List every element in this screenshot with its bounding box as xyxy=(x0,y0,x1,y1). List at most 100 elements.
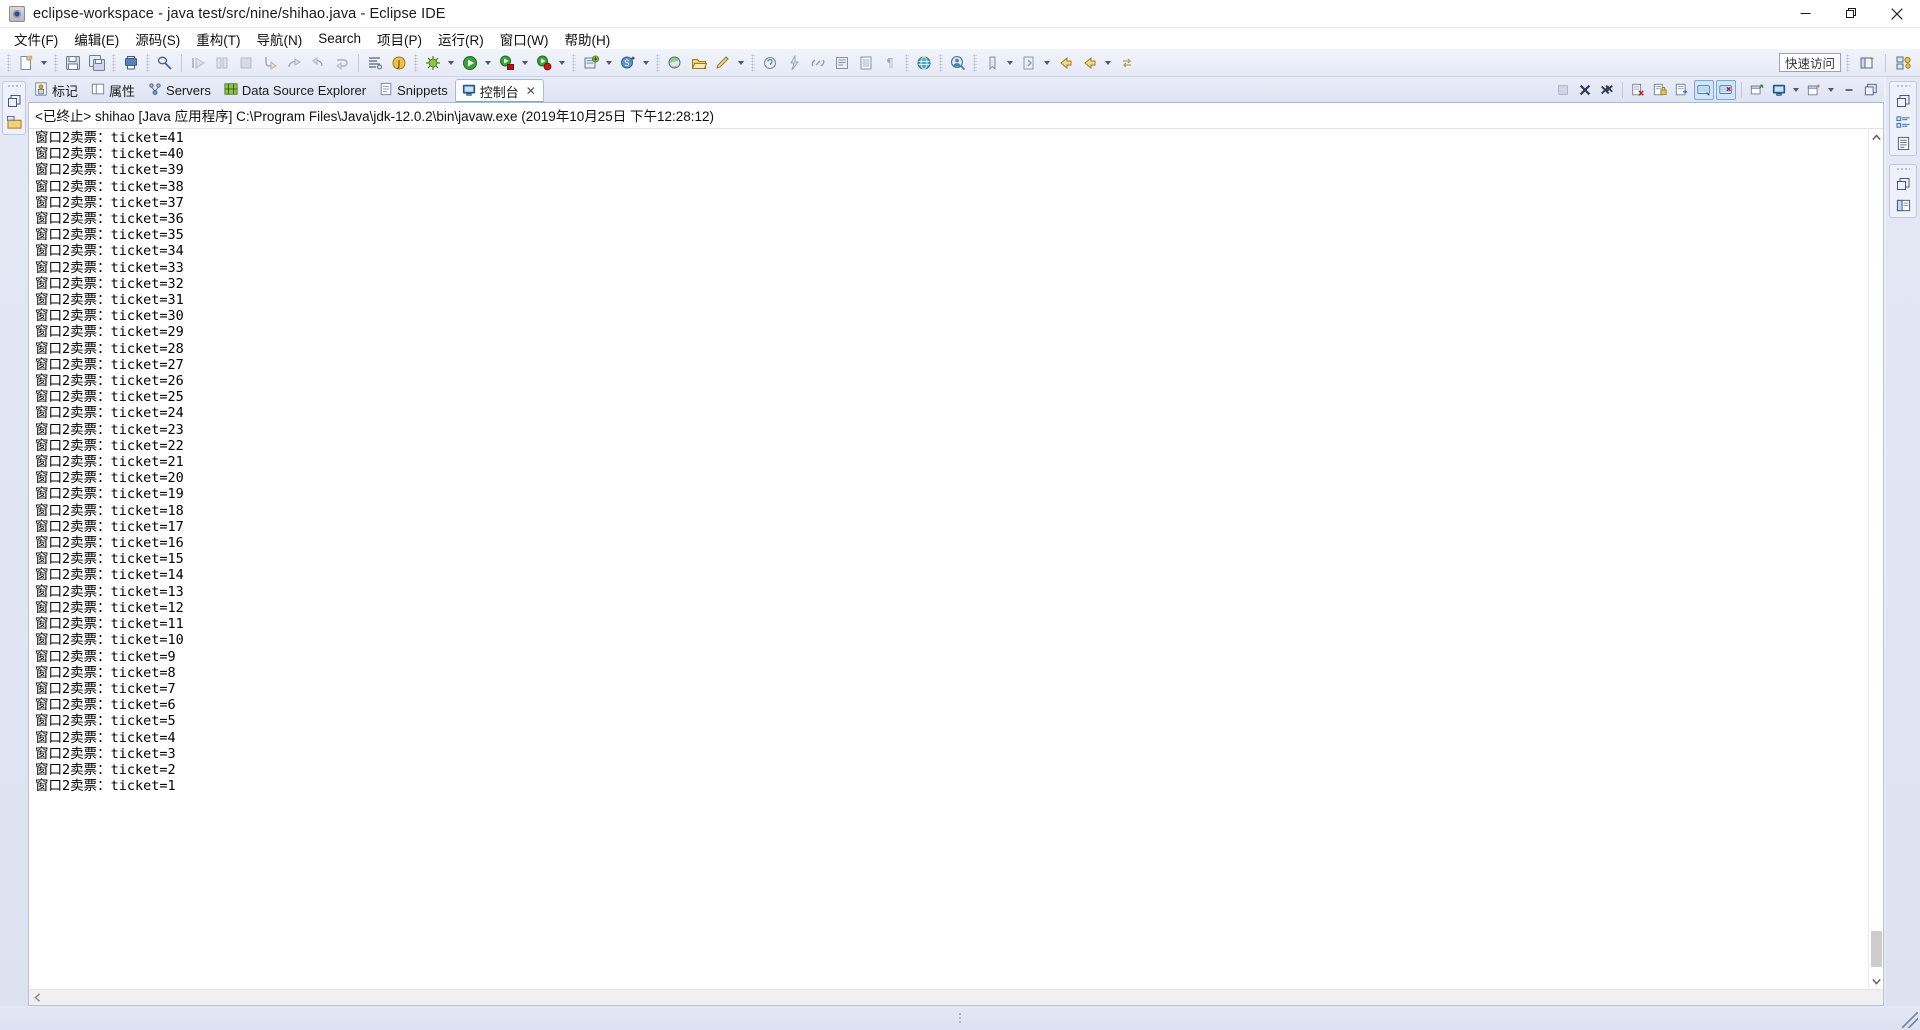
toggle-markocc-button[interactable] xyxy=(154,52,176,74)
forward-dropdown[interactable] xyxy=(1102,52,1113,74)
open-type-button[interactable]: J xyxy=(388,52,410,74)
link-button[interactable] xyxy=(807,52,829,74)
run-button[interactable] xyxy=(459,52,481,74)
toolbar-grip-6[interactable] xyxy=(572,53,576,72)
show-console-on-error-icon[interactable] xyxy=(1716,79,1736,100)
toolbar-grip-7[interactable] xyxy=(656,53,660,72)
maximize-button[interactable] xyxy=(1828,0,1874,28)
toolbar-grip-3[interactable] xyxy=(112,53,116,72)
bookmark-dropdown[interactable] xyxy=(1004,52,1015,74)
close-button[interactable] xyxy=(1874,0,1920,28)
save-all-button[interactable] xyxy=(86,52,108,74)
menu-window[interactable]: 窗口(W) xyxy=(492,28,557,50)
terminate-all-icon[interactable] xyxy=(1553,80,1573,100)
new-java-project-dropdown[interactable] xyxy=(603,52,614,74)
external-tools-button[interactable] xyxy=(831,52,853,74)
scroll-thumb[interactable] xyxy=(1870,931,1882,967)
console-horizontal-scrollbar[interactable] xyxy=(29,989,1883,1005)
step-return-button[interactable] xyxy=(307,52,329,74)
fast-view-handle-right-1[interactable] xyxy=(1896,84,1910,89)
tab-data-source-explorer[interactable]: Data Source Explorer xyxy=(218,79,373,102)
package-explorer-icon[interactable] xyxy=(5,113,23,131)
fast-view-handle[interactable] xyxy=(7,84,21,89)
scroll-track[interactable] xyxy=(1869,145,1884,973)
window-resize-grip[interactable] xyxy=(1902,1012,1918,1028)
step-into-button[interactable] xyxy=(259,52,281,74)
toolbar-grip-8[interactable] xyxy=(751,53,755,72)
console-output[interactable]: 窗口2卖票：ticket=41 窗口2卖票：ticket=40 窗口2卖票：tick… xyxy=(29,129,1868,989)
web-browser-button[interactable] xyxy=(913,52,935,74)
h-scroll-track[interactable] xyxy=(45,990,1883,1006)
forward-button[interactable] xyxy=(1079,52,1101,74)
menu-navigate[interactable]: 导航(N) xyxy=(249,28,311,50)
palette-icon[interactable] xyxy=(1894,196,1912,214)
profile-button[interactable] xyxy=(947,52,969,74)
save-button[interactable] xyxy=(62,52,84,74)
table-button[interactable] xyxy=(855,52,877,74)
tab-servers[interactable]: Servers xyxy=(142,79,218,102)
run-as-dropdown[interactable] xyxy=(556,52,567,74)
search-button[interactable] xyxy=(664,52,686,74)
menu-refactor[interactable]: 重构(T) xyxy=(188,28,248,50)
coverage-button[interactable] xyxy=(496,52,518,74)
console-vertical-scrollbar[interactable] xyxy=(1868,129,1883,989)
coverage-dropdown[interactable] xyxy=(519,52,530,74)
tab-properties[interactable]: 属性 xyxy=(85,79,142,102)
format-button[interactable] xyxy=(364,52,386,74)
status-bar-grip[interactable] xyxy=(957,1012,963,1024)
menu-help[interactable]: 帮助(H) xyxy=(557,28,619,50)
open-resource-button[interactable] xyxy=(688,52,710,74)
show-console-on-output-icon[interactable] xyxy=(1694,79,1714,100)
print-button[interactable] xyxy=(120,52,142,74)
restore-icon[interactable] xyxy=(5,92,23,110)
next-annotation-dropdown[interactable] xyxy=(1041,52,1052,74)
scroll-left-arrow[interactable] xyxy=(29,990,45,1006)
drop-to-frame-button[interactable] xyxy=(331,52,353,74)
restore-icon[interactable] xyxy=(1894,175,1912,193)
new-java-project-button[interactable] xyxy=(580,52,602,74)
restore-icon[interactable] xyxy=(1894,92,1912,110)
task-list-icon[interactable] xyxy=(1894,134,1912,152)
terminate-button[interactable] xyxy=(235,52,257,74)
next-edit-button[interactable] xyxy=(1116,52,1138,74)
perspective-open-button[interactable] xyxy=(1856,52,1878,74)
clear-console-icon[interactable] xyxy=(1628,80,1648,100)
resume-button[interactable] xyxy=(187,52,209,74)
suspend-button[interactable] xyxy=(211,52,233,74)
new-wizard-dropdown[interactable] xyxy=(38,52,49,74)
menu-file[interactable]: 文件(F) xyxy=(6,28,66,50)
bookmark-button[interactable] xyxy=(981,52,1003,74)
annotation-button[interactable] xyxy=(759,52,781,74)
pencil-dropdown[interactable] xyxy=(735,52,746,74)
run-dropdown[interactable] xyxy=(482,52,493,74)
toolbar-grip-10[interactable] xyxy=(939,53,943,72)
toolbar-grip-12[interactable] xyxy=(1846,53,1850,72)
word-wrap-icon[interactable] xyxy=(1672,80,1692,100)
minimize-view-icon[interactable] xyxy=(1839,80,1859,100)
build-button[interactable] xyxy=(783,52,805,74)
next-annotation-button[interactable] xyxy=(1018,52,1040,74)
scroll-lock-icon[interactable] xyxy=(1650,80,1670,100)
display-selected-dropdown-icon[interactable] xyxy=(1790,79,1801,101)
pin-console-icon[interactable] xyxy=(1747,80,1767,100)
menu-run[interactable]: 运行(R) xyxy=(430,28,492,50)
tab-console[interactable]: 控制台 ✕ xyxy=(454,79,544,102)
quick-access-input[interactable]: 快速访问 xyxy=(1778,53,1841,72)
open-console-icon[interactable] xyxy=(1804,80,1824,100)
menu-search[interactable]: Search xyxy=(310,30,369,47)
toolbar-grip-5[interactable] xyxy=(414,53,418,72)
toolbar-grip-2[interactable] xyxy=(54,53,58,72)
toolbar-grip[interactable] xyxy=(7,53,11,72)
menu-project[interactable]: 项目(P) xyxy=(369,28,430,50)
new-class-button[interactable]: S xyxy=(617,52,639,74)
pencil-button[interactable] xyxy=(712,52,734,74)
menu-edit[interactable]: 编辑(E) xyxy=(66,28,127,50)
java-perspective-button[interactable] xyxy=(1893,52,1915,74)
remove-launch-icon[interactable] xyxy=(1575,80,1595,100)
pilcrow-button[interactable]: ¶ xyxy=(879,52,901,74)
back-button[interactable] xyxy=(1055,52,1077,74)
open-console-dropdown-icon[interactable] xyxy=(1825,79,1836,101)
fast-view-handle-right-2[interactable] xyxy=(1896,167,1910,172)
run-as-button[interactable] xyxy=(533,52,555,74)
toolbar-grip-9[interactable] xyxy=(905,53,909,72)
